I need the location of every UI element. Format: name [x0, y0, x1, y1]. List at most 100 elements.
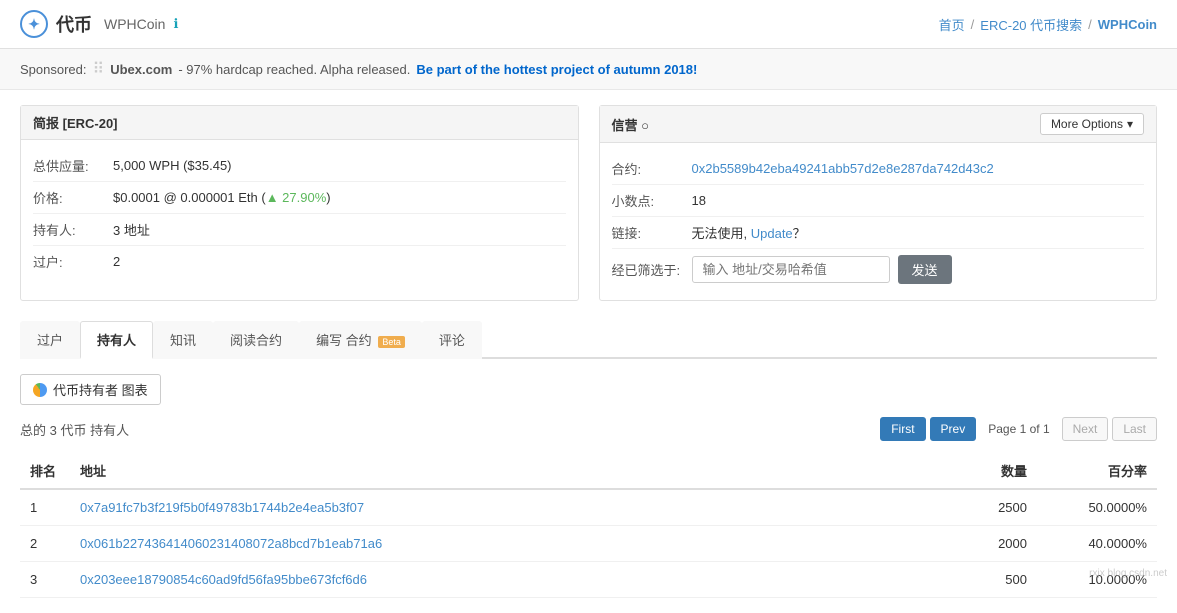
- info-icon[interactable]: ℹ: [173, 16, 178, 32]
- right-panel-title: 信营 ○: [612, 115, 649, 134]
- prev-page-button[interactable]: Prev: [930, 417, 977, 441]
- table-header: 排名 地址 数量 百分率: [20, 453, 1157, 489]
- nav-separator-1: /: [971, 17, 975, 32]
- more-options-label: More Options: [1051, 117, 1123, 131]
- price-change: ▲ 27.90%: [266, 190, 327, 205]
- contract-label: 合约:: [612, 159, 692, 178]
- sponsor-name: Ubex.com: [110, 62, 172, 77]
- left-panel: 简报 [ERC-20] 总供应量: 5,000 WPH ($35.45) 价格:…: [20, 105, 579, 301]
- supply-value: 5,000 WPH ($35.45): [113, 158, 232, 173]
- watermark: rxjx blog.csdn.net: [1089, 568, 1167, 579]
- link-suffix: ？: [793, 226, 806, 241]
- update-link[interactable]: Update: [751, 226, 793, 241]
- col-percentage-header: 百分率: [1037, 453, 1157, 489]
- decimal-value: 18: [692, 193, 706, 208]
- page-info: Page 1 of 1: [980, 418, 1057, 440]
- table-row: 2 0x061b227436414060231408072a8bcd7b1eab…: [20, 526, 1157, 562]
- contract-address-link[interactable]: 0x2b5589b42eba49241abb57d2e8e287da742d43…: [692, 161, 994, 176]
- right-panel-header: 信营 ○ More Options ▾: [600, 106, 1157, 143]
- price-value: $0.0001 @ 0.000001 Eth (▲ 27.90%): [113, 190, 331, 205]
- holders-table: 排名 地址 数量 百分率 1 0x7a91fc7b3f219f5b0f49783…: [20, 453, 1157, 598]
- left-panel-title: 简报 [ERC-20]: [33, 113, 118, 132]
- last-page-button[interactable]: Last: [1112, 417, 1157, 441]
- chevron-down-icon: ▾: [1127, 117, 1133, 131]
- tab-holders[interactable]: 持有人: [80, 321, 153, 359]
- address-cell-1: 0x7a91fc7b3f219f5b0f49783b1744b2e4ea5b3f…: [70, 489, 917, 526]
- token-holder-chart-button[interactable]: 代币持有者 图表: [20, 374, 161, 405]
- tabs-bar: 过户 持有人 知讯 阅读合约 编写 合约 Beta 评论: [20, 321, 1157, 359]
- filter-label: 经已筛选于:: [612, 260, 692, 279]
- filter-input-group: 发送: [692, 255, 952, 284]
- app-name: WPHCoin: [104, 16, 165, 32]
- quantity-1: 2500: [917, 489, 1037, 526]
- right-panel-body: 合约: 0x2b5589b42eba49241abb57d2e8e287da74…: [600, 143, 1157, 300]
- info-section: 简报 [ERC-20] 总供应量: 5,000 WPH ($35.45) 价格:…: [20, 105, 1157, 301]
- rank-2: 2: [20, 526, 70, 562]
- table-row: 3 0x203eee18790854c60ad9fd56fa95bbe673fc…: [20, 562, 1157, 598]
- supply-label: 总供应量:: [33, 156, 113, 175]
- quantity-2: 2000: [917, 526, 1037, 562]
- tab-write-contract[interactable]: 编写 合约 Beta: [299, 321, 422, 359]
- col-address-header: 地址: [70, 453, 917, 489]
- link-label: 链接:: [612, 223, 692, 242]
- pagination-row: 总的 3 代币 持有人 First Prev Page 1 of 1 Next …: [20, 417, 1157, 441]
- sponsor-cta[interactable]: Be part of the hottest project of autumn…: [416, 62, 697, 77]
- contract-value: 0x2b5589b42eba49241abb57d2e8e287da742d43…: [692, 161, 994, 176]
- supply-row: 总供应量: 5,000 WPH ($35.45): [33, 150, 566, 182]
- logo-icon: ✦: [20, 10, 48, 38]
- holders-value: 3 地址: [113, 220, 150, 239]
- left-panel-header: 简报 [ERC-20]: [21, 106, 578, 140]
- address-cell-3: 0x203eee18790854c60ad9fd56fa95bbe673fcf6…: [70, 562, 917, 598]
- pagination: First Prev Page 1 of 1 Next Last: [880, 417, 1157, 441]
- tab-news[interactable]: 知讯: [153, 321, 213, 359]
- holders-row: 持有人: 3 地址: [33, 214, 566, 246]
- percentage-1: 50.0000%: [1037, 489, 1157, 526]
- link-unavailable: 无法使用,: [692, 226, 751, 241]
- tab-transfers[interactable]: 过户: [20, 321, 80, 359]
- address-cell-2: 0x061b227436414060231408072a8bcd7b1eab71…: [70, 526, 917, 562]
- price-label: 价格:: [33, 188, 113, 207]
- nav-home[interactable]: 首页: [939, 15, 965, 34]
- next-page-button[interactable]: Next: [1062, 417, 1109, 441]
- price-row: 价格: $0.0001 @ 0.000001 Eth (▲ 27.90%): [33, 182, 566, 214]
- tab-read-contract[interactable]: 阅读合约: [213, 321, 299, 359]
- filter-row: 经已筛选于: 发送: [612, 249, 1145, 290]
- nav-current: WPHCoin: [1098, 17, 1157, 32]
- col-quantity-header: 数量: [917, 453, 1037, 489]
- more-options-button[interactable]: More Options ▾: [1040, 113, 1144, 135]
- chart-btn-label: 代币持有者 图表: [53, 380, 148, 399]
- table-body: 1 0x7a91fc7b3f219f5b0f49783b1744b2e4ea5b…: [20, 489, 1157, 598]
- header: ✦ 代币 WPHCoin ℹ 首页 / ERC-20 代币搜索 / WPHCoi…: [0, 0, 1177, 49]
- sponsored-bar: Sponsored: ⠿ Ubex.com - 97% hardcap reac…: [0, 49, 1177, 90]
- holders-label: 持有人:: [33, 220, 113, 239]
- link-row: 链接: 无法使用, Update？: [612, 217, 1145, 249]
- decimal-label: 小数点:: [612, 191, 692, 210]
- transfers-label: 过户:: [33, 252, 113, 271]
- transfers-value: 2: [113, 254, 120, 269]
- table-row: 1 0x7a91fc7b3f219f5b0f49783b1744b2e4ea5b…: [20, 489, 1157, 526]
- main-content: 简报 [ERC-20] 总供应量: 5,000 WPH ($35.45) 价格:…: [0, 90, 1177, 613]
- link-value: 无法使用, Update？: [692, 223, 806, 242]
- filter-submit-button[interactable]: 发送: [898, 255, 952, 284]
- percentage-3: 10.0000%: [1037, 562, 1157, 598]
- first-page-button[interactable]: First: [880, 417, 925, 441]
- holders-count-info: 总的 3 代币 持有人: [20, 420, 129, 439]
- decimal-row: 小数点: 18: [612, 185, 1145, 217]
- header-nav: 首页 / ERC-20 代币搜索 / WPHCoin: [939, 15, 1157, 34]
- beta-badge: Beta: [378, 336, 405, 348]
- tab-comments[interactable]: 评论: [422, 321, 482, 359]
- sponsor-description: - 97% hardcap reached. Alpha released.: [178, 62, 410, 77]
- chart-dot-icon: [33, 383, 47, 397]
- col-rank-header: 排名: [20, 453, 70, 489]
- address-link-3[interactable]: 0x203eee18790854c60ad9fd56fa95bbe673fcf6…: [80, 572, 367, 587]
- nav-erc20[interactable]: ERC-20 代币搜索: [980, 15, 1082, 34]
- quantity-3: 500: [917, 562, 1037, 598]
- address-link-2[interactable]: 0x061b227436414060231408072a8bcd7b1eab71…: [80, 536, 382, 551]
- nav-separator-2: /: [1088, 17, 1092, 32]
- right-panel: 信营 ○ More Options ▾ 合约: 0x2b5589b42eba49…: [599, 105, 1158, 301]
- address-filter-input[interactable]: [692, 256, 890, 283]
- svg-text:✦: ✦: [28, 16, 40, 32]
- transfers-row: 过户: 2: [33, 246, 566, 277]
- sponsored-label: Sponsored:: [20, 62, 87, 77]
- address-link-1[interactable]: 0x7a91fc7b3f219f5b0f49783b1744b2e4ea5b3f…: [80, 500, 364, 515]
